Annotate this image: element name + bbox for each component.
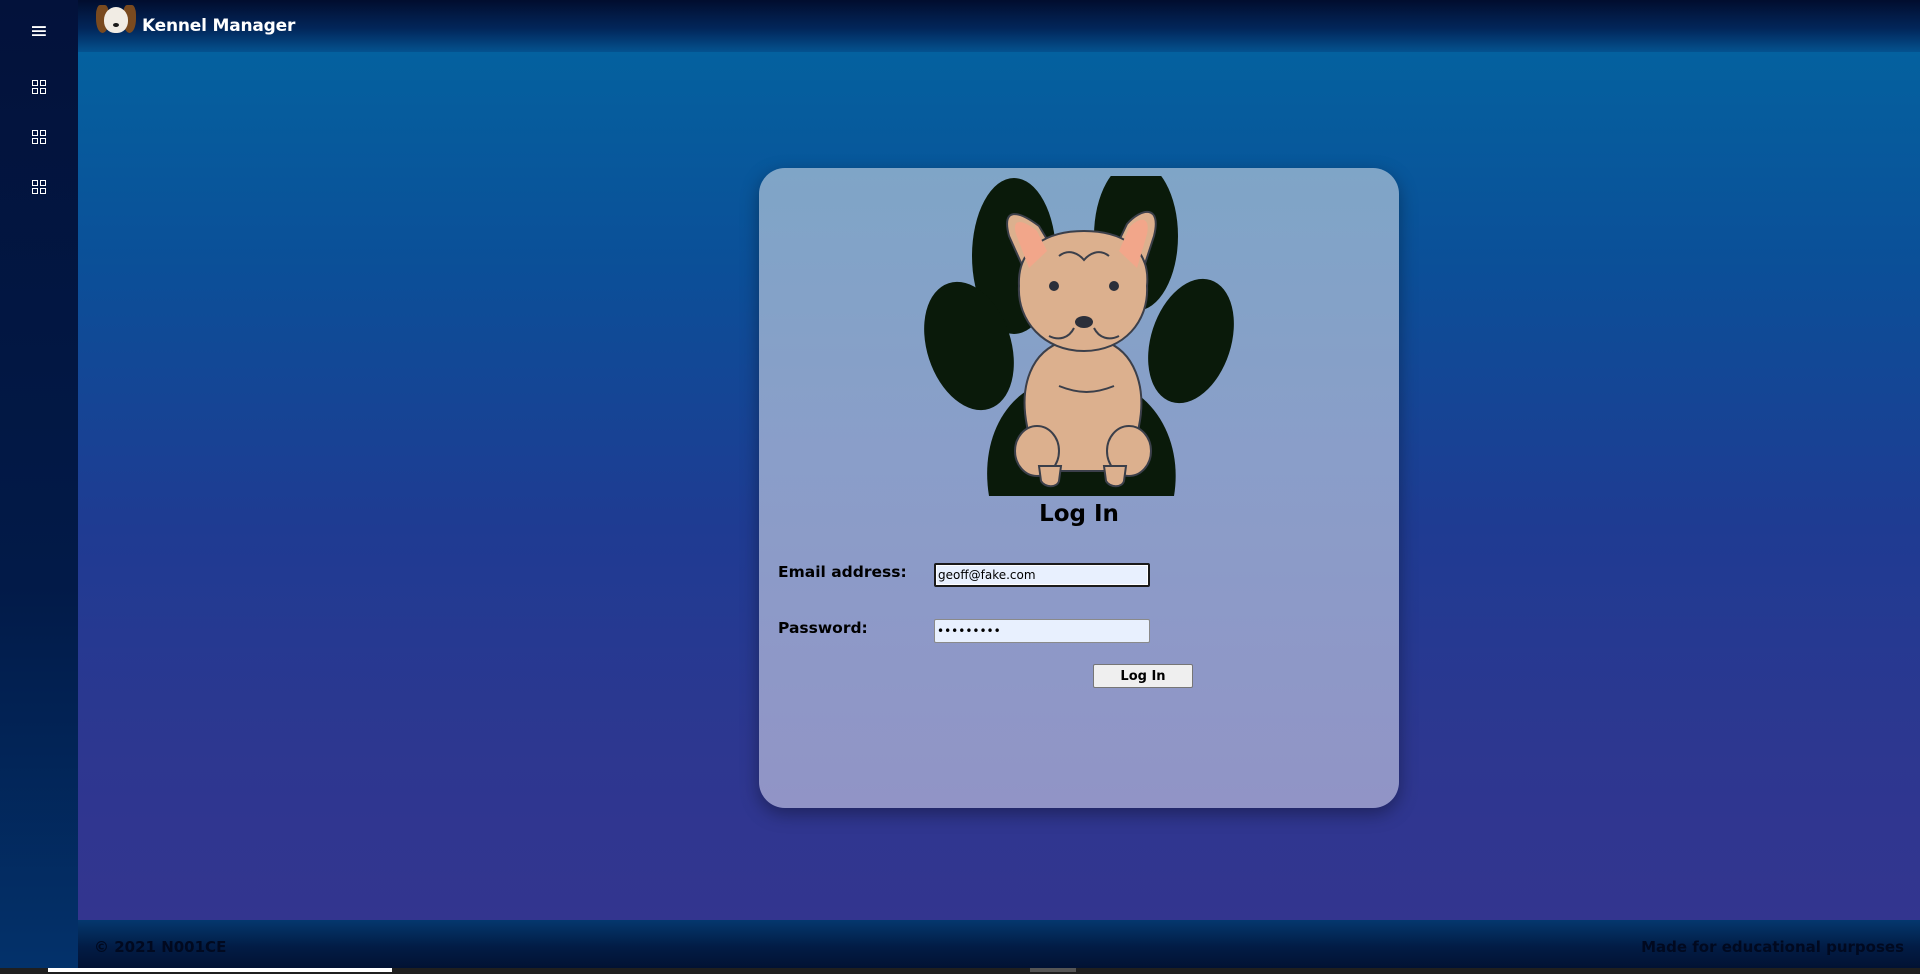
password-label: Password: — [778, 619, 868, 637]
beagle-logo-icon — [96, 3, 136, 39]
copyright-text: © 2021 N001CE — [94, 938, 227, 956]
login-title: Log In — [1039, 501, 1119, 527]
main-content: Log In Email address: Password: Log In — [78, 52, 1920, 920]
sidebar-item-1[interactable] — [0, 62, 78, 112]
app-title: Kennel Manager — [142, 16, 296, 36]
sidebar-item-2[interactable] — [0, 112, 78, 162]
bottom-scroll-strip — [0, 968, 1920, 974]
grid-icon — [32, 130, 46, 144]
email-label: Email address: — [778, 563, 907, 581]
sidebar-item-3[interactable] — [0, 162, 78, 212]
footer-note: Made for educational purposes — [1641, 938, 1904, 956]
scrollbar-thumb[interactable] — [48, 968, 392, 972]
hamburger-menu-icon: ≡ — [29, 18, 49, 44]
french-bulldog-paw-illustration — [924, 176, 1234, 496]
grid-icon — [32, 80, 46, 94]
password-field[interactable] — [934, 619, 1150, 643]
hamburger-menu-button[interactable]: ≡ — [0, 0, 78, 62]
scrollbar-segment — [1030, 968, 1076, 972]
top-bar: Kennel Manager — [78, 0, 1920, 52]
login-button[interactable]: Log In — [1093, 664, 1193, 688]
grid-icon — [32, 180, 46, 194]
login-card: Log In Email address: Password: Log In — [759, 168, 1399, 808]
sidebar: ≡ — [0, 0, 78, 974]
footer: © 2021 N001CE Made for educational purpo… — [78, 920, 1920, 974]
email-field[interactable] — [934, 563, 1150, 587]
